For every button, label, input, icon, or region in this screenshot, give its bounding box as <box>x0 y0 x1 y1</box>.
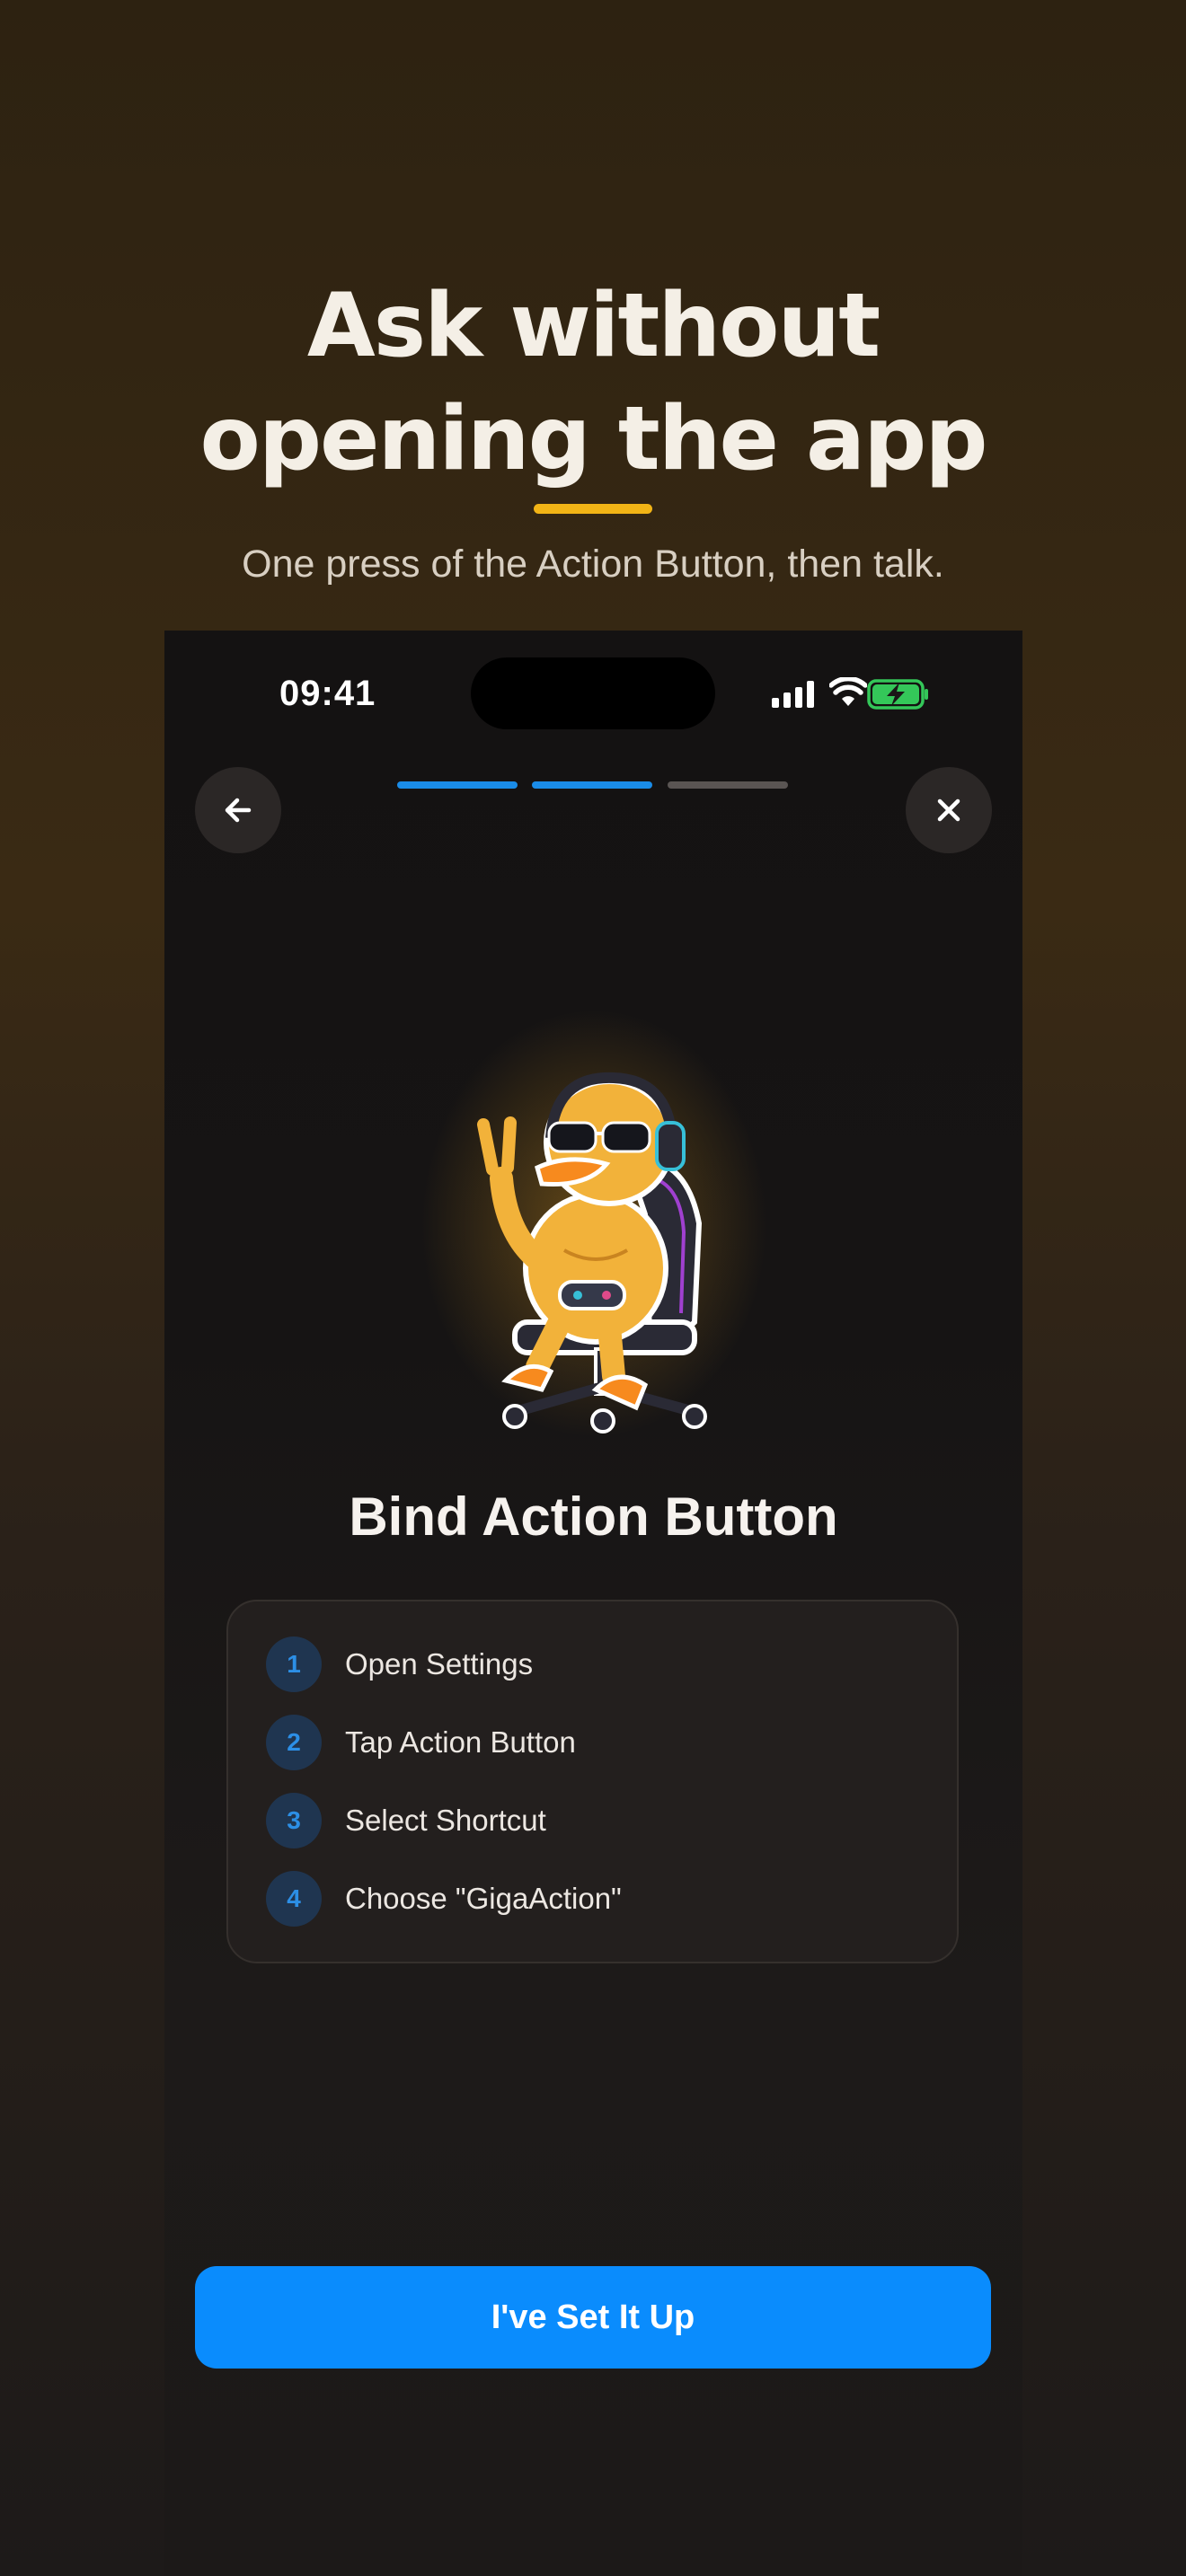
close-icon <box>937 798 960 822</box>
step-item: 2 Tap Action Button <box>266 1715 576 1770</box>
step-number-badge: 4 <box>266 1871 322 1927</box>
step-label: Tap Action Button <box>345 1725 576 1759</box>
marketing-headline: Ask without opening the app <box>0 269 1186 496</box>
step-number-badge: 3 <box>266 1793 322 1848</box>
phone-screen: 09:41 Bind Action Button 1 Open Settings… <box>164 631 1022 2576</box>
status-time: 09:41 <box>279 674 376 713</box>
step-number-badge: 2 <box>266 1715 322 1770</box>
setup-done-button[interactable]: I've Set It Up <box>195 2266 991 2369</box>
step-item: 3 Select Shortcut <box>266 1793 546 1848</box>
headline-line-2: opening the app <box>199 388 988 490</box>
progress-segment-2 <box>532 781 652 789</box>
battery-charging-icon <box>867 679 928 710</box>
progress-segment-3 <box>668 781 788 789</box>
step-label: Open Settings <box>345 1647 534 1681</box>
close-button[interactable] <box>906 767 992 853</box>
marketing-subheadline: One press of the Action Button, then tal… <box>242 543 944 586</box>
step-label: Select Shortcut <box>345 1804 546 1837</box>
step-item: 4 Choose "GigaAction" <box>266 1871 622 1927</box>
duck-mascot-illustration <box>477 1072 707 1434</box>
wifi-icon <box>829 677 867 706</box>
progress-segment-1 <box>397 781 518 789</box>
step-item: 1 Open Settings <box>266 1636 533 1692</box>
headline-accent-underline <box>534 504 652 514</box>
steps-card: 1 Open Settings 2 Tap Action Button 3 Se… <box>226 1600 959 1963</box>
screen-title: Bind Action Button <box>349 1486 838 1547</box>
cellular-signal-icon <box>772 681 814 708</box>
dynamic-island <box>471 657 715 729</box>
arrow-left-icon <box>225 798 252 823</box>
step-label: Choose "GigaAction" <box>345 1882 622 1915</box>
back-button[interactable] <box>195 767 281 853</box>
step-number-badge: 1 <box>266 1636 322 1692</box>
headline-line-1: Ask without <box>306 275 881 377</box>
